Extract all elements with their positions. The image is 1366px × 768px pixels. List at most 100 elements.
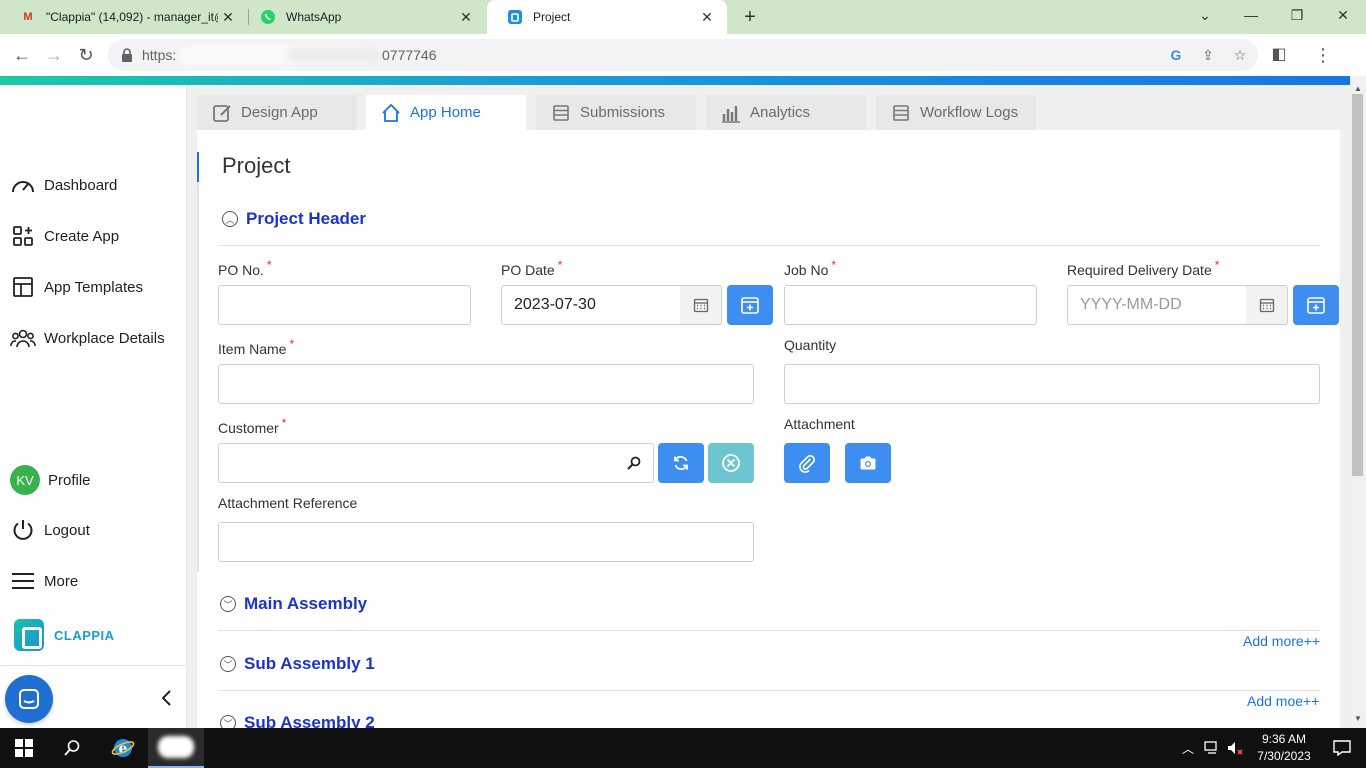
collapse-sidebar-icon[interactable] [160,689,172,713]
quantity-input[interactable] [784,364,1320,404]
search-icon[interactable] [626,455,642,471]
sidebar-item-app-templates[interactable]: App Templates [10,275,143,299]
windows-start-icon[interactable] [0,728,48,768]
bookmark-star-icon[interactable]: ☆ [1232,47,1248,63]
sidebar-item-label: Create App [44,227,120,245]
new-tab-button[interactable]: + [738,5,762,29]
restore-button[interactable]: ❐ [1274,0,1320,30]
redacted-url [288,48,378,62]
menu-dots-icon[interactable]: ⋮ [1310,42,1336,68]
delivery-date-input[interactable]: YYYY-MM-DD [1067,285,1247,325]
tab-app-home[interactable]: App Home [366,95,526,130]
attachment-reference-input[interactable] [218,522,754,562]
sidebar-item-create-app[interactable]: Create App [10,224,119,248]
section-clip: ﹀ Sub Assembly 2 [197,712,1340,728]
scroll-down-arrow-icon[interactable]: ▼ [1352,714,1364,723]
section-project-header[interactable]: ︿ Project Header [222,209,366,229]
title-accent [197,152,199,182]
search-icon[interactable] [48,728,96,768]
logs-icon [891,103,911,123]
browser-tab-strip: M "Clappia" (14,092) - manager_it@ ✕ Wha… [0,0,1366,34]
brand-gradient-bar [0,76,1350,85]
minimize-button[interactable]: — [1228,0,1274,30]
sidebar-item-workplace-details[interactable]: Workplace Details [10,326,165,350]
quantity-label: Quantity [784,337,837,353]
people-icon [10,326,36,350]
close-icon[interactable]: ✕ [697,9,717,26]
close-window-button[interactable]: ✕ [1320,0,1366,30]
paperclip-icon [799,455,815,473]
whatsapp-icon [260,9,276,25]
refresh-button[interactable] [658,443,704,483]
chrome-taskbar-icon[interactable] [148,728,204,768]
chevron-up-icon[interactable]: ︿ [1176,728,1200,768]
share-icon[interactable]: ⇪ [1200,47,1216,63]
windows-taskbar: e ︿ 9:36 AM 7/30/2023 [0,728,1366,768]
tab-workflow-logs[interactable]: Workflow Logs [876,95,1036,130]
divider [218,245,1320,246]
close-icon[interactable]: ✕ [456,9,476,26]
taskbar-clock[interactable]: 9:36 AM 7/30/2023 [1250,731,1318,765]
sidebar-item-label: Workplace Details [44,329,165,347]
section-sub-assembly-2[interactable]: ﹀ Sub Assembly 2 [220,713,375,728]
chat-icon [19,689,39,709]
list-icon [551,103,571,123]
chevron-down-icon: ﹀ [220,715,236,728]
customer-input[interactable] [218,443,654,483]
attachment-label: Attachment [784,416,855,432]
tab-design-app[interactable]: Design App [197,95,357,130]
tab-analytics[interactable]: Analytics [706,95,866,130]
job-no-input[interactable] [784,285,1037,325]
internet-explorer-icon[interactable]: e [99,728,147,768]
add-date-button[interactable] [1293,285,1339,325]
chat-support-button[interactable] [5,675,53,723]
sidebar-item-profile[interactable]: KV Profile [10,465,91,495]
sidebar-item-dashboard[interactable]: Dashboard [10,173,117,197]
address-bar[interactable]: https: 0777746 G ⇪ ☆ [108,39,1258,71]
browser-tab-whatsapp[interactable]: WhatsApp ✕ [240,0,486,34]
calendar-icon[interactable] [1246,285,1288,325]
section-sub-assembly-1[interactable]: ﹀ Sub Assembly 1 [220,654,375,674]
network-icon[interactable] [1200,728,1224,768]
forward-arrow-icon[interactable]: → [41,42,67,68]
reload-icon[interactable]: ↻ [73,42,99,68]
create-app-icon [10,224,36,248]
browser-tab-title: "Clappia" (14,092) - manager_it@ [46,10,218,24]
add-more-main-assembly-link[interactable]: Add more++ [1243,633,1320,649]
po-no-input[interactable] [218,285,471,325]
add-more-sub-assembly-1-link[interactable]: Add moe++ [1247,693,1319,709]
speedometer-icon [10,173,36,197]
sidebar-item-logout[interactable]: Logout [10,518,90,542]
back-arrow-icon[interactable]: ← [9,42,35,68]
attachment-reference-label: Attachment Reference [218,495,358,511]
google-lens-icon[interactable]: G [1168,47,1184,63]
section-main-assembly[interactable]: ﹀ Main Assembly [220,594,367,614]
volume-muted-icon[interactable] [1224,728,1248,768]
clear-button[interactable] [708,443,754,483]
attach-file-button[interactable] [784,443,830,483]
side-panel-icon[interactable]: ◧ [1266,42,1292,68]
camera-button[interactable] [845,443,891,483]
camera-icon [860,456,876,470]
po-date-label: PO Date * [501,258,563,278]
po-date-input[interactable]: 2023-07-30 [501,285,681,325]
close-icon[interactable]: ✕ [218,9,238,26]
calendar-icon[interactable] [680,285,722,325]
scroll-up-arrow-icon[interactable]: ▲ [1352,84,1364,93]
add-date-button[interactable] [727,285,773,325]
browser-tab-gmail[interactable]: M "Clappia" (14,092) - manager_it@ ✕ [0,0,248,34]
tab-label: Workflow Logs [920,104,1019,121]
sidebar-item-more[interactable]: More [10,569,78,593]
bar-chart-icon [721,103,741,123]
tab-submissions[interactable]: Submissions [536,95,696,130]
notification-icon[interactable] [1318,728,1366,768]
scrollbar-thumb[interactable] [1352,94,1363,476]
item-name-input[interactable] [218,364,754,404]
tab-search-icon[interactable]: ⌄ [1182,0,1228,30]
customer-label: Customer * [218,416,287,436]
edit-icon [212,103,232,123]
browser-tab-project[interactable]: Project ✕ [487,0,727,34]
page-title: Project [222,153,291,178]
tab-label: Analytics [750,104,811,121]
item-name-label: Item Name * [218,337,295,357]
